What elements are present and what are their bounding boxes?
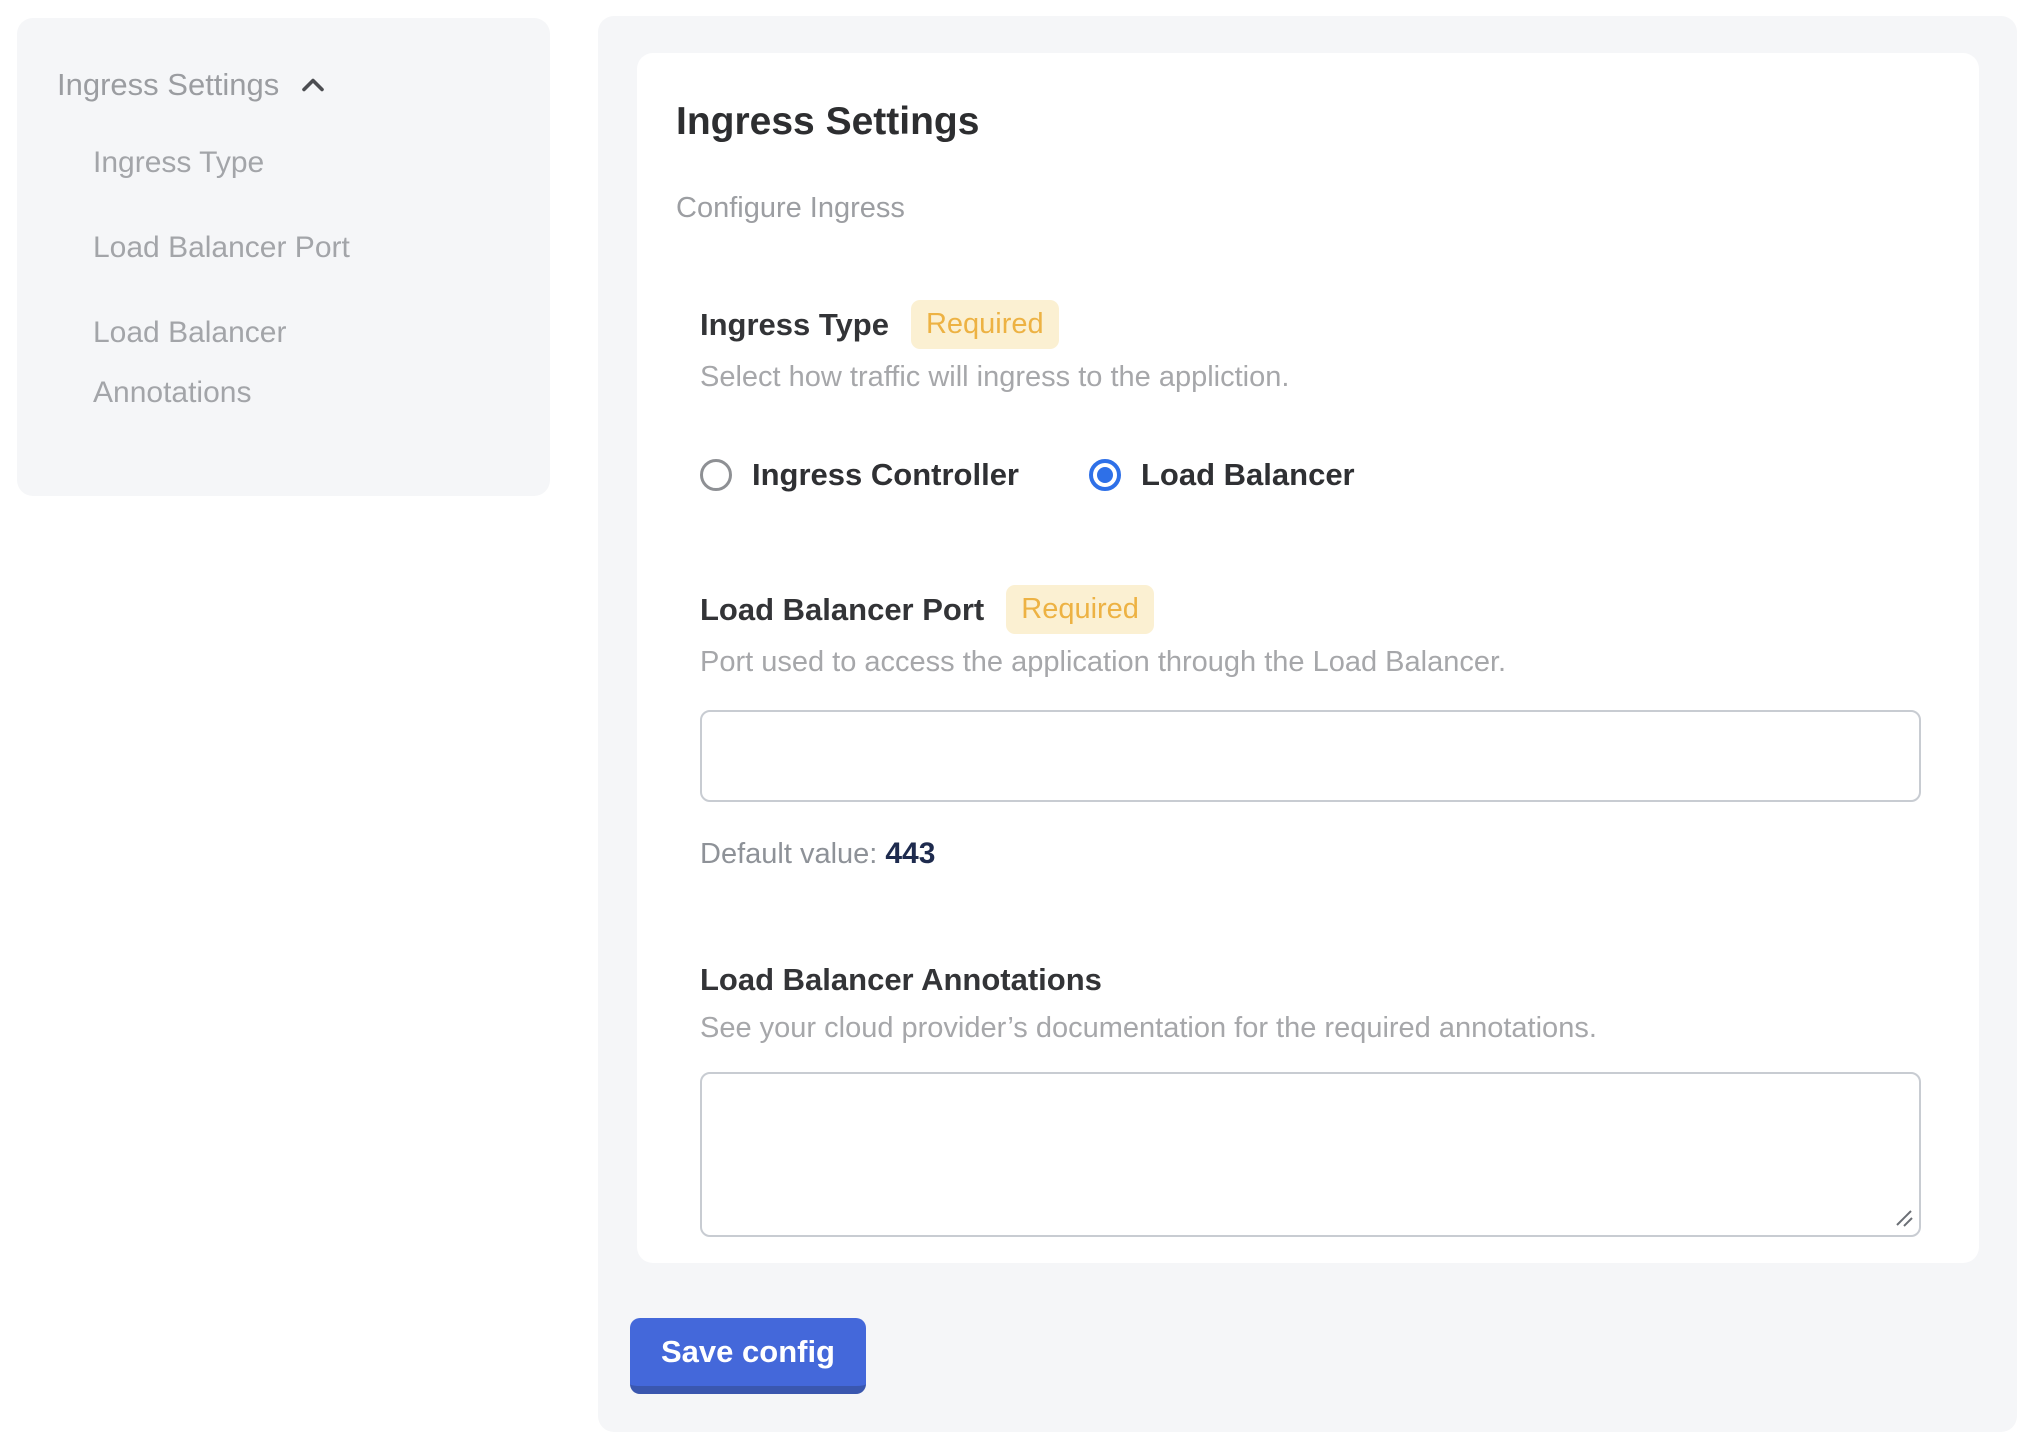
chevron-up-icon bbox=[295, 67, 331, 103]
radio-label: Ingress Controller bbox=[752, 457, 1019, 493]
default-value-label: Default value: bbox=[700, 838, 877, 870]
load-balancer-port-description: Port used to access the application thro… bbox=[700, 642, 1921, 682]
load-balancer-annotations-textarea[interactable] bbox=[700, 1072, 1921, 1237]
main-panel: Ingress Settings Configure Ingress Ingre… bbox=[598, 16, 2017, 1432]
ingress-type-radio-group: Ingress Controller Load Balancer bbox=[700, 457, 1921, 493]
sidebar-section-ingress-settings[interactable]: Ingress Settings bbox=[57, 62, 520, 107]
radio-checked-icon[interactable] bbox=[1089, 459, 1121, 491]
required-badge: Required bbox=[1006, 585, 1154, 634]
sidebar-item-list: Ingress Type Load Balancer Port Load Bal… bbox=[57, 133, 520, 423]
sidebar-section-label: Ingress Settings bbox=[57, 62, 279, 107]
ingress-type-description: Select how traffic will ingress to the a… bbox=[700, 357, 1921, 397]
load-balancer-port-label: Load Balancer Port bbox=[700, 590, 984, 630]
page-title: Ingress Settings bbox=[676, 99, 1921, 145]
load-balancer-annotations-label: Load Balancer Annotations bbox=[700, 960, 1102, 1000]
radio-option-load-balancer[interactable]: Load Balancer bbox=[1089, 457, 1355, 493]
sidebar-item-load-balancer-port[interactable]: Load Balancer Port bbox=[93, 218, 423, 278]
load-balancer-annotations-description: See your cloud provider’s documentation … bbox=[700, 1008, 1921, 1048]
ingress-type-section: Ingress Type Required Select how traffic… bbox=[700, 300, 1921, 493]
ingress-type-label: Ingress Type bbox=[700, 305, 889, 345]
page-subtitle: Configure Ingress bbox=[676, 188, 1921, 228]
required-badge: Required bbox=[911, 300, 1059, 349]
resize-handle-icon[interactable] bbox=[1891, 1205, 1915, 1229]
settings-sidebar: Ingress Settings Ingress Type Load Balan… bbox=[17, 18, 550, 496]
ingress-settings-card: Ingress Settings Configure Ingress Ingre… bbox=[637, 53, 1979, 1263]
radio-label: Load Balancer bbox=[1141, 457, 1355, 493]
radio-option-ingress-controller[interactable]: Ingress Controller bbox=[700, 457, 1019, 493]
default-value-line: Default value:443 bbox=[700, 834, 1921, 874]
load-balancer-annotations-section: Load Balancer Annotations See your cloud… bbox=[700, 960, 1921, 1237]
load-balancer-port-input[interactable] bbox=[700, 710, 1921, 802]
radio-unchecked-icon[interactable] bbox=[700, 459, 732, 491]
sidebar-item-load-balancer-annotations[interactable]: Load Balancer Annotations bbox=[93, 303, 423, 423]
sidebar-item-ingress-type[interactable]: Ingress Type bbox=[93, 133, 423, 193]
load-balancer-port-section: Load Balancer Port Required Port used to… bbox=[700, 585, 1921, 874]
default-value: 443 bbox=[885, 837, 935, 870]
save-config-button[interactable]: Save config bbox=[630, 1318, 866, 1394]
